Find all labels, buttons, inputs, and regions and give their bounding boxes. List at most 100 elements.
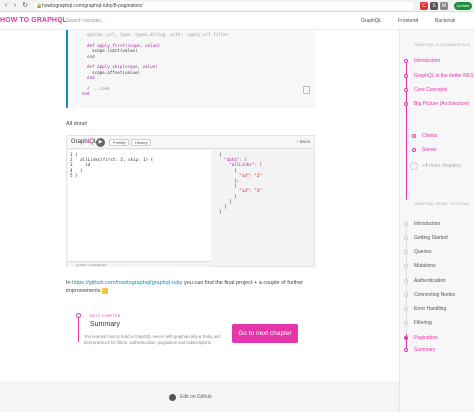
- search-icon: ⌕: [58, 18, 62, 24]
- nav-frontend[interactable]: Frontend: [398, 18, 418, 24]
- docs-button[interactable]: ‹ Docs: [297, 139, 310, 144]
- chapter-sidebar: GRAPHQL FUNDAMENTALS Introduction GraphQ…: [399, 30, 474, 412]
- sidebar-item-label: Introduction: [414, 221, 441, 227]
- sidebar-item-label: Getting Started: [414, 235, 448, 241]
- playground-toolbar: GraphiQL ▶ Prettify History ‹ Docs: [67, 136, 314, 149]
- result-line: }: [219, 209, 222, 215]
- sidebar-item-connecting-nodes[interactable]: Connecting Nodes: [400, 290, 474, 300]
- sidebar-item-label: Error Handling: [414, 306, 447, 312]
- sidebar-heading-fundamentals: GRAPHQL FUNDAMENTALS: [414, 43, 471, 47]
- sidebar-item-core-concepts[interactable]: Core Concepts: [400, 85, 474, 95]
- chapter-dot-icon: [404, 102, 408, 106]
- sidebar-item-label: Queries: [414, 249, 432, 255]
- chapter-dot-icon: [404, 307, 408, 311]
- sidebar-item-label: Server: [422, 147, 437, 153]
- sidebar-item-label: Filtering: [414, 320, 432, 326]
- sidebar-item-label: Introduction: [414, 58, 441, 64]
- sidebar-item-label: Pagination: [414, 335, 438, 341]
- code-line: end: [82, 53, 95, 59]
- code-line: def apply_skip(scope, value): [82, 64, 158, 70]
- sidebar-item-label: Authentication: [414, 278, 446, 284]
- sidebar-item-getting-started[interactable]: Getting Started: [400, 233, 474, 243]
- sidebar-item-mutations[interactable]: Mutations: [400, 261, 474, 271]
- back-icon[interactable]: ‹: [2, 2, 10, 10]
- prettify-button[interactable]: Prettify: [109, 139, 130, 146]
- browser-update-button[interactable]: Update: [454, 2, 472, 10]
- docs-label: Docs: [299, 139, 310, 144]
- sidebar-item-label: Big Picture (Architecture): [414, 101, 470, 107]
- chapter-dot-icon: [404, 59, 408, 63]
- code-line: end: [82, 91, 90, 97]
- sidebar-item-big-picture[interactable]: Big Picture (Architecture): [400, 99, 474, 109]
- chapter-dot-icon: [404, 250, 408, 254]
- forward-icon[interactable]: ›: [11, 2, 19, 10]
- browser-toolbar: ‹ › ↻ 🔒 howtographql.com/graphql-ruby/8-…: [0, 0, 474, 12]
- sidebar-item-label: Core Concepts: [414, 87, 448, 93]
- sidebar-item-better-rest[interactable]: GraphQL is the better REST: [400, 71, 474, 81]
- sidebar-item-introduction[interactable]: Introduction: [400, 56, 474, 66]
- chapter-dot-icon: [404, 348, 408, 352]
- sidebar-item-label: Mutations: [414, 263, 436, 269]
- chapter-dot-icon: [404, 279, 408, 283]
- next-chapter-dot-icon: [76, 313, 81, 318]
- next-chapter-button[interactable]: Go to next chapter: [232, 324, 298, 343]
- sidebar-item-tutorial-introduction[interactable]: Introduction: [400, 219, 474, 229]
- graphiql-title-part: Graph: [71, 139, 88, 145]
- code-line: end: [82, 75, 95, 81]
- site-header: HOW TO GRAPHQL ⌕ Search tutorials... Gra…: [0, 12, 474, 30]
- extension-icon[interactable]: M: [440, 2, 448, 10]
- chapter-dot-icon: [404, 236, 408, 240]
- sidebar-item-error-handling[interactable]: Error Handling: [400, 304, 474, 314]
- github-repo-link[interactable]: https://github.com/howtographql/graphql-…: [72, 280, 182, 286]
- page-footer: Edit on Github: [0, 381, 399, 412]
- search-input[interactable]: ⌕ Search tutorials...: [58, 17, 178, 25]
- sidebar-item-server[interactable]: Server: [400, 145, 474, 155]
- sidebar-item-clients[interactable]: Clients: [400, 131, 474, 141]
- edit-on-github-link[interactable]: Edit on Github: [180, 394, 212, 400]
- github-icon: [169, 394, 176, 401]
- site-logo[interactable]: HOW TO GRAPHQL: [0, 17, 67, 24]
- history-button[interactable]: History: [131, 139, 152, 146]
- code-line: scope.limit(value): [82, 48, 138, 54]
- all-done-text: All done!: [66, 121, 88, 127]
- chapter-dot-icon: [404, 293, 408, 297]
- chapter-dot-icon: [404, 336, 408, 340]
- address-bar[interactable]: 🔒 howtographql.com/graphql-ruby/8-pagina…: [34, 2, 414, 10]
- graphiql-playground: GraphiQL ▶ Prettify History ‹ Docs 1 { 2…: [66, 135, 315, 267]
- plus-icon: +: [410, 162, 418, 170]
- chapter-dot-icon: [404, 88, 408, 92]
- extension-icon[interactable]: S: [430, 2, 438, 10]
- code-line: scope.offset(value): [82, 69, 140, 75]
- query-line: 5 }: [70, 172, 78, 178]
- sidebar-item-label: +4 more chapters: [422, 163, 462, 169]
- sidebar-item-summary[interactable]: Summary: [400, 345, 474, 355]
- sidebar-item-label: Clients: [422, 133, 438, 139]
- chapter-dot-icon: [412, 148, 416, 152]
- play-icon[interactable]: ▶: [96, 138, 105, 147]
- nav-backend[interactable]: Backend: [435, 18, 454, 24]
- code-line: def apply_first(scope, value): [82, 42, 161, 48]
- next-chapter-card: NEXT CHAPTER Summary You learned how to …: [66, 306, 315, 368]
- sidebar-item-filtering[interactable]: Filtering: [400, 318, 474, 328]
- copy-icon[interactable]: [303, 86, 310, 94]
- next-chapter-label: NEXT CHAPTER: [90, 314, 121, 318]
- sidebar-item-pagination[interactable]: Pagination: [400, 333, 474, 343]
- extension-icon[interactable]: C: [420, 2, 428, 10]
- search-placeholder: Search tutorials...: [66, 18, 105, 24]
- sidebar-item-label: Summary: [414, 347, 436, 353]
- sidebar-item-label: Connecting Nodes: [414, 292, 456, 298]
- chevron-down-icon: ▾: [453, 18, 456, 24]
- code-line: # ...code: [82, 86, 110, 92]
- query-variables-toggle[interactable]: QUERY VARIABLES: [68, 261, 211, 267]
- code-block: option :url, type: types.String, with: :…: [66, 30, 315, 108]
- reload-icon[interactable]: ↻: [21, 2, 29, 10]
- sidebar-more-chapters[interactable]: + +4 more chapters: [400, 161, 474, 171]
- chevron-down-icon: ▾: [377, 18, 380, 24]
- sidebar-item-authentication[interactable]: Authentication: [400, 276, 474, 286]
- query-editor[interactable]: 1 { 2 allLinks(first: 2, skip: 1) { 3 id…: [68, 150, 211, 261]
- chapter-dot-icon: [404, 222, 408, 226]
- sidebar-item-queries[interactable]: Queries: [400, 247, 474, 257]
- address-bar-url: howtographql.com/graphql-ruby/8-paginati…: [42, 3, 143, 9]
- emoji-icon: [102, 287, 109, 294]
- next-chapter-title: Summary: [90, 321, 120, 328]
